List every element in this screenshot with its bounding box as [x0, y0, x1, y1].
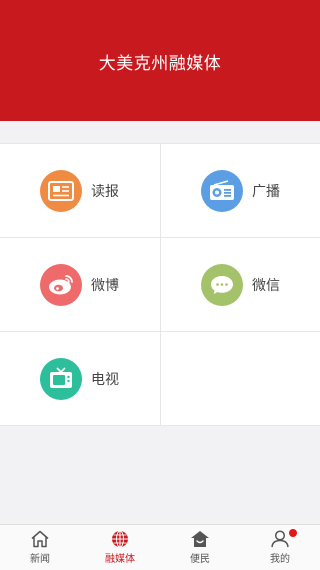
grid-item-wechat[interactable]: 微信: [160, 238, 320, 331]
home-icon: [31, 530, 49, 548]
tab-label: 新闻: [30, 554, 50, 565]
grid-item-label: 读报: [91, 183, 119, 200]
grid-row: 读报 广播: [0, 144, 320, 238]
radio-icon: [201, 169, 243, 212]
bottom-tab-bar: 新闻 融媒体 便民 我的: [0, 524, 320, 570]
globe-icon: [112, 530, 128, 548]
tab-label: 融媒体: [105, 554, 135, 565]
wechat-icon: [201, 263, 243, 306]
user-icon: [271, 530, 289, 548]
tab-media[interactable]: 融媒体: [80, 525, 160, 570]
tv-icon: [40, 357, 82, 400]
weibo-icon: [40, 263, 82, 306]
grid-item-read[interactable]: 读报: [0, 144, 160, 237]
grid-item-weibo[interactable]: 微博: [0, 238, 160, 331]
tab-mine[interactable]: 我的: [240, 525, 320, 570]
grid-item-radio[interactable]: 广播: [160, 144, 320, 237]
grid-item-label: 广播: [252, 183, 280, 200]
grid-item-label: 微信: [252, 277, 280, 294]
grid-row: 电视: [0, 332, 320, 426]
tab-label: 便民: [190, 554, 210, 565]
tab-news[interactable]: 新闻: [0, 525, 80, 570]
tab-label: 我的: [270, 554, 290, 565]
grid-item-label: 微博: [91, 277, 119, 294]
media-grid: 读报 广播 微博 微信 电视: [0, 143, 320, 426]
grid-empty-cell: [160, 332, 320, 425]
grid-item-label: 电视: [91, 371, 119, 388]
tab-service[interactable]: 便民: [160, 525, 240, 570]
app-header: 大美克州融媒体: [0, 0, 320, 121]
notification-badge: [289, 529, 297, 537]
page-title: 大美克州融媒体: [98, 54, 222, 74]
grid-row: 微博 微信: [0, 238, 320, 332]
house-service-icon: [191, 531, 209, 547]
grid-item-tv[interactable]: 电视: [0, 332, 160, 425]
newspaper-icon: [40, 169, 82, 212]
